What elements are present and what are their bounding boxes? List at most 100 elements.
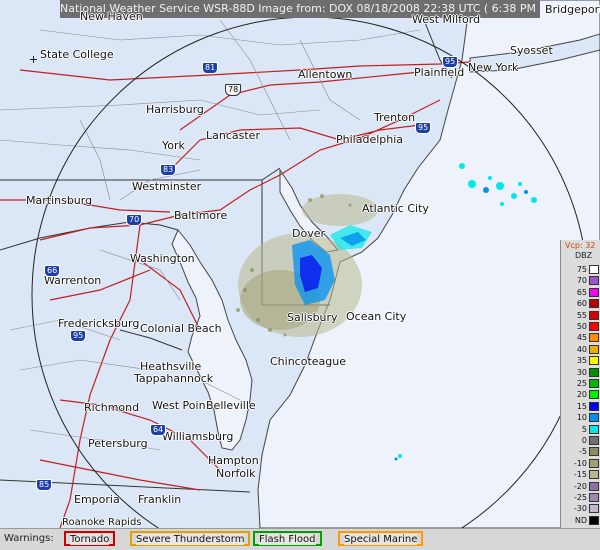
legend-swatch — [589, 265, 599, 274]
legend-swatch — [589, 481, 599, 491]
legend-value: ND — [574, 515, 587, 525]
legend-swatch — [589, 458, 599, 468]
legend-value: 70 — [576, 276, 587, 286]
legend-swatch — [589, 413, 599, 423]
legend-swatch — [589, 344, 599, 354]
city-west-point: West Point — [152, 399, 210, 412]
legend-swatch — [589, 287, 599, 297]
city-marker — [30, 56, 37, 63]
warning-flash-flood-label: Flash Flood — [259, 534, 316, 545]
interstate-shield: 64 — [150, 424, 167, 436]
warning-flash-flood[interactable]: Flash Flood — [253, 531, 322, 546]
legend-row: 25 — [561, 378, 600, 389]
city-richmond: Richmond — [84, 401, 140, 414]
legend-row: 5 — [561, 424, 600, 435]
legend-value: 15 — [576, 401, 587, 411]
legend-swatch — [589, 470, 599, 480]
warning-special-marine-label: Special Marine — [344, 534, 418, 545]
us-route-shield: 78 — [225, 84, 242, 96]
warning-tornado[interactable]: Tornado — [64, 531, 116, 546]
legend-value: 75 — [576, 265, 587, 274]
legend-value: -30 — [573, 504, 587, 514]
legend-vcp: Vcp: 32 — [565, 241, 596, 250]
legend-row: 50 — [561, 321, 600, 332]
legend-value: 20 — [576, 390, 587, 400]
city-martinsburg: Martinsburg — [26, 194, 93, 207]
city-hampton: Hampton — [208, 454, 259, 467]
warnings-bar: Warnings: Tornado Severe Thunderstorm Fl… — [0, 528, 600, 550]
city-plainfield: Plainfield — [414, 66, 465, 79]
legend-value: 35 — [576, 356, 587, 366]
legend-swatch — [589, 333, 599, 343]
city-roanoke-rapids: Roanoke Rapids — [62, 517, 142, 528]
legend-swatch — [589, 504, 599, 514]
city-harrisburg: Harrisburg — [146, 103, 204, 116]
city-baltimore: Baltimore — [174, 209, 228, 222]
legend-row: 55 — [561, 310, 600, 321]
city-tappahannock: Tappahannock — [134, 372, 214, 385]
legend-row: -15 — [561, 469, 600, 480]
legend-row: 0 — [561, 435, 600, 446]
legend-row: ND — [561, 515, 600, 526]
interstate-shield: 85 — [36, 479, 53, 491]
legend-swatch — [589, 424, 599, 434]
interstate-shield: 95 — [442, 56, 459, 68]
legend-swatch — [589, 436, 599, 445]
warning-tornado-label: Tornado — [70, 534, 110, 545]
legend-value: 65 — [576, 287, 587, 297]
legend-row: 75 — [561, 264, 600, 275]
legend-value: 10 — [576, 413, 587, 423]
legend-row: 15 — [561, 401, 600, 412]
legend-value: 0 — [581, 436, 587, 445]
legend-row: 60 — [561, 298, 600, 309]
city-new-haven: New Haven — [80, 10, 143, 23]
legend-value: -10 — [573, 458, 587, 468]
city-emporia: Emporia — [74, 493, 120, 506]
city-salisbury: Salisbury — [287, 311, 338, 324]
radar-frame: National Weather Service WSR-88D Image f… — [0, 0, 600, 550]
legend-row: 10 — [561, 412, 600, 423]
legend-value: 55 — [576, 310, 587, 320]
city-atlantic-city: Atlantic City — [362, 202, 429, 215]
interstate-shield: 95 — [70, 330, 87, 342]
city-franklin: Franklin — [138, 493, 182, 506]
legend-value: -25 — [573, 493, 587, 502]
city-chincoteague: Chincoteague — [270, 355, 347, 368]
city-norfolk: Norfolk — [216, 467, 256, 480]
legend-value: 5 — [581, 424, 587, 434]
legend-swatch — [589, 356, 599, 366]
city-allentown: Allentown — [298, 68, 353, 81]
city-westminster: Westminster — [132, 180, 202, 193]
city-york: York — [162, 139, 185, 152]
city-bridgeport: Bridgeport — [545, 3, 600, 16]
legend-row: -10 — [561, 458, 600, 469]
legend-value: 25 — [576, 379, 587, 388]
legend-swatch — [589, 310, 599, 320]
interstate-shield: 70 — [126, 214, 143, 226]
warning-severe-thunderstorm[interactable]: Severe Thunderstorm — [130, 531, 251, 546]
legend-row: 70 — [561, 275, 600, 286]
city-belleville: Belleville — [206, 399, 256, 412]
legend-value: 50 — [576, 322, 587, 331]
warning-severe-thunderstorm-label: Severe Thunderstorm — [136, 534, 245, 545]
legend-swatch — [589, 299, 599, 309]
city-petersburg: Petersburg — [88, 437, 148, 450]
legend-row: -20 — [561, 481, 600, 492]
legend-row: 65 — [561, 287, 600, 298]
city-lancaster: Lancaster — [206, 129, 260, 142]
interstate-shield: 95 — [415, 122, 432, 134]
city-fredericksburg: Fredericksburg — [58, 317, 140, 330]
city-new-york: New York — [468, 61, 519, 74]
city-west-milford: West Milford — [412, 13, 481, 26]
city-trenton: Trenton — [374, 111, 416, 124]
legend-value: 60 — [576, 299, 587, 309]
legend-row: -25 — [561, 492, 600, 503]
city-colonial-beach: Colonial Beach — [140, 322, 222, 335]
legend-row: -30 — [561, 503, 600, 514]
legend-swatch — [589, 493, 599, 502]
legend-swatch — [589, 276, 599, 286]
legend-swatch — [589, 322, 599, 331]
interstate-shield: 83 — [160, 164, 177, 176]
warning-special-marine[interactable]: Special Marine — [338, 531, 424, 546]
legend-value: -5 — [579, 447, 587, 457]
